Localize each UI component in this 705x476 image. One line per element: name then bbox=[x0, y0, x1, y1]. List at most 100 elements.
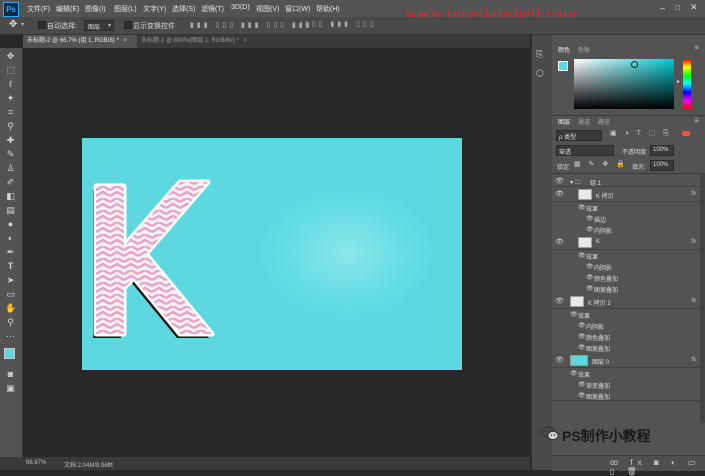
auto-select-dropdown[interactable]: 图层 ▾ bbox=[84, 20, 114, 31]
magic-wand-icon[interactable]: ✦ bbox=[5, 93, 16, 104]
layer-effect-row[interactable]: 👁 效果 bbox=[552, 368, 700, 379]
fx-icon[interactable]: fx bbox=[691, 298, 696, 304]
layer-row[interactable]: 👁 K 拷贝 fx bbox=[552, 187, 700, 202]
shape-tool-icon[interactable]: ▭ bbox=[5, 289, 16, 300]
marquee-tool-icon[interactable]: ⬚ bbox=[5, 65, 16, 76]
screen-mode-icon[interactable]: ▣ bbox=[5, 383, 16, 394]
menu-filter[interactable]: 滤镜(T) bbox=[201, 4, 224, 14]
path-select-icon[interactable]: ➤ bbox=[5, 275, 16, 286]
move-tool-icon[interactable]: ✥ bbox=[5, 51, 16, 62]
fg-color-swatch[interactable] bbox=[558, 61, 568, 71]
visibility-eye-icon[interactable]: 👁 bbox=[555, 297, 564, 305]
layer-effect-row[interactable]: 👁 渐变叠加 bbox=[552, 379, 700, 390]
visibility-eye-icon[interactable]: 👁 bbox=[555, 177, 564, 185]
effect-eye-icon[interactable]: 👁 bbox=[586, 263, 594, 270]
layer-row[interactable]: 👁 Kfx bbox=[552, 235, 700, 250]
menu-window[interactable]: 窗口(W) bbox=[285, 4, 310, 14]
panel-menu-icon[interactable]: ≡ bbox=[694, 43, 699, 52]
lasso-tool-icon[interactable]: ℓ bbox=[5, 79, 16, 90]
menu-edit[interactable]: 编辑(E) bbox=[56, 4, 79, 14]
effect-eye-icon[interactable]: 👁 bbox=[586, 215, 594, 222]
eraser-icon[interactable]: ◧ bbox=[5, 191, 16, 202]
effect-eye-icon[interactable]: 👁 bbox=[578, 322, 586, 329]
filter-toggle[interactable] bbox=[682, 131, 690, 136]
fill-input[interactable]: 100% bbox=[650, 160, 674, 171]
layer-effect-row[interactable]: 👁 描边 bbox=[552, 213, 700, 224]
brush-tool-icon[interactable]: ✎ bbox=[5, 149, 16, 160]
close-icon[interactable]: ✕ bbox=[690, 2, 698, 13]
layer-filter-icons[interactable]: ▣ ◑ T ⬚ ⎘ bbox=[610, 129, 672, 138]
visibility-eye-icon[interactable]: 👁 bbox=[555, 190, 564, 198]
effects-eye-icon[interactable]: 👁 bbox=[578, 204, 586, 211]
layers-scrollbar[interactable] bbox=[700, 173, 705, 423]
layer-effect-row[interactable]: 👁 内阴影 bbox=[552, 224, 700, 235]
auto-select-checkbox[interactable] bbox=[38, 21, 46, 29]
layer-filter-dropdown[interactable]: ρ 类型 bbox=[556, 130, 602, 141]
layer-effect-row[interactable]: 👁 图案叠加 bbox=[552, 342, 700, 353]
effects-eye-icon[interactable]: 👁 bbox=[578, 252, 586, 259]
opacity-input[interactable]: 100% bbox=[650, 145, 674, 156]
layer-effect-row[interactable]: 👁 效果 bbox=[552, 202, 700, 213]
more-tools-icon[interactable]: ··· bbox=[5, 331, 16, 342]
panel-menu-icon[interactable]: ≡ bbox=[694, 116, 699, 125]
effect-eye-icon[interactable]: 👁 bbox=[586, 274, 594, 281]
tab-close-icon[interactable]: × bbox=[243, 38, 247, 44]
effects-eye-icon[interactable]: 👁 bbox=[570, 311, 578, 318]
align-icons[interactable]: ▮▮▮ ▯▯▯ ▮▮▮ ▯▯▯ ▮▮▮ bbox=[190, 21, 313, 29]
chevron-down-icon[interactable]: ▾ bbox=[21, 21, 24, 28]
zoom-level[interactable]: 66.67% bbox=[26, 460, 46, 466]
menu-3d[interactable]: 3D(D) bbox=[231, 4, 250, 11]
color-picker-field[interactable] bbox=[574, 59, 674, 109]
dodge-tool-icon[interactable]: ◐ bbox=[5, 233, 16, 244]
history-panel-icon[interactable]: ⎘ bbox=[536, 49, 543, 60]
tab-layers[interactable]: 图层 bbox=[558, 117, 570, 126]
fx-icon[interactable]: fx bbox=[691, 191, 696, 197]
layer-effect-row[interactable]: 👁 颜色叠加 bbox=[552, 272, 700, 283]
move-tool-icon[interactable]: ✥ bbox=[9, 19, 17, 30]
fx-icon[interactable]: fx bbox=[691, 357, 696, 363]
menu-file[interactable]: 文件(F) bbox=[27, 4, 50, 14]
doc-tab-active[interactable]: 未标题-2 @ 66.7% (组 1, RGB/8) * × bbox=[23, 35, 137, 48]
gradient-tool-icon[interactable]: ▤ bbox=[5, 205, 16, 216]
lock-icons[interactable]: ▦ ✎ ✥ 🔒 bbox=[574, 160, 628, 168]
pen-tool-icon[interactable]: ✒ bbox=[5, 247, 16, 258]
type-tool-icon[interactable]: T bbox=[5, 261, 16, 272]
properties-panel-icon[interactable]: ⬡ bbox=[536, 68, 544, 79]
menu-image[interactable]: 图像(I) bbox=[85, 4, 106, 14]
effect-eye-icon[interactable]: 👁 bbox=[578, 381, 586, 388]
maximize-icon[interactable]: □ bbox=[675, 3, 680, 12]
history-brush-icon[interactable]: ✐ bbox=[5, 177, 16, 188]
layer-action-icons[interactable]: ꝏ fx ◙ ◐ ▭ ▯ 🗑 bbox=[610, 458, 705, 476]
hue-slider-handle-icon[interactable]: ▸ bbox=[677, 78, 680, 85]
tab-paths[interactable]: 路径 bbox=[598, 117, 610, 126]
menu-view[interactable]: 视图(V) bbox=[256, 4, 279, 14]
doc-tab-inactive[interactable]: 未标题-1 @ 800%(图层 1, RGB/8#) * × bbox=[137, 35, 251, 48]
layer-effect-row[interactable]: 👁 内阴影 bbox=[552, 261, 700, 272]
fx-icon[interactable]: fx bbox=[691, 239, 696, 245]
layer-row[interactable]: 👁 K 拷贝 2 fx bbox=[552, 294, 700, 309]
effect-eye-icon[interactable]: 👁 bbox=[586, 226, 594, 233]
hand-tool-icon[interactable]: ✋ bbox=[5, 303, 16, 314]
quick-mask-icon[interactable]: ◙ bbox=[5, 369, 16, 380]
menu-layer[interactable]: 图层(L) bbox=[114, 4, 137, 14]
hue-slider[interactable] bbox=[683, 59, 691, 109]
blend-mode-dropdown[interactable]: 穿透 bbox=[556, 145, 614, 156]
effect-eye-icon[interactable]: 👁 bbox=[578, 344, 586, 351]
effects-eye-icon[interactable]: 👁 bbox=[570, 370, 578, 377]
status-arrow-icon[interactable]: ▸ bbox=[108, 460, 111, 467]
foreground-color-swatch[interactable] bbox=[4, 348, 15, 359]
crop-tool-icon[interactable]: ⌗ bbox=[5, 107, 16, 118]
zoom-tool-icon[interactable]: ⚲ bbox=[5, 317, 16, 328]
minimize-icon[interactable]: – bbox=[660, 3, 665, 13]
effect-eye-icon[interactable]: 👁 bbox=[586, 285, 594, 292]
layer-effect-row[interactable]: 👁 颜色叠加 bbox=[552, 331, 700, 342]
distribute-icons[interactable]: ▯▯▯ ▮▮▮ ▯▯▯ bbox=[305, 20, 377, 28]
healing-brush-icon[interactable]: ✚ bbox=[5, 135, 16, 146]
stamp-tool-icon[interactable]: ♙ bbox=[5, 163, 16, 174]
layer-effect-row[interactable]: 👁 效果 bbox=[552, 250, 700, 261]
layer-effect-row[interactable]: 👁 效果 bbox=[552, 309, 700, 320]
menu-type[interactable]: 文字(Y) bbox=[143, 4, 166, 14]
effect-eye-icon[interactable]: 👁 bbox=[578, 333, 586, 340]
blur-tool-icon[interactable]: ● bbox=[5, 219, 16, 230]
tab-channels[interactable]: 通道 bbox=[578, 117, 590, 126]
